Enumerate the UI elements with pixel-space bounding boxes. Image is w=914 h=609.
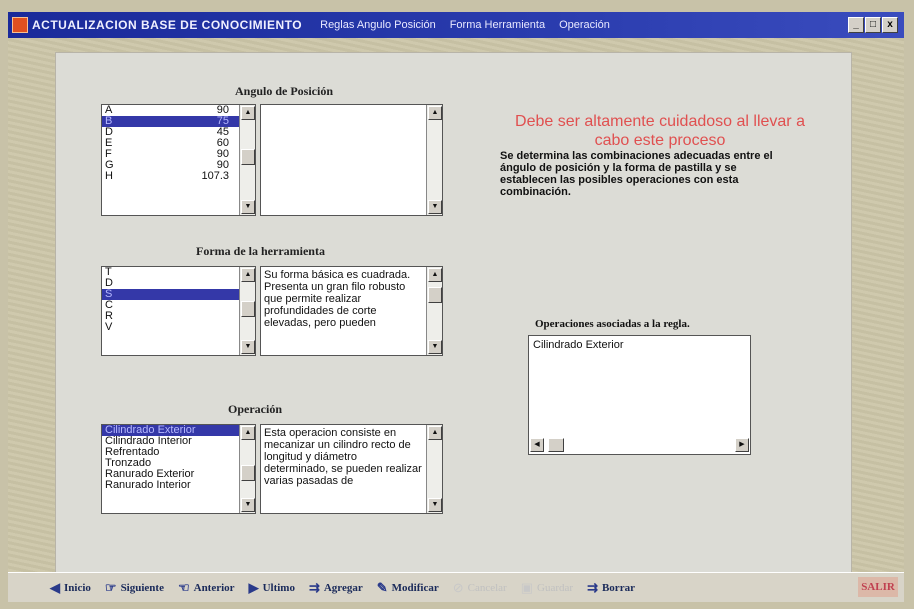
angulo-group-title: Angulo de Posición (235, 84, 334, 98)
delete-icon: ⇉ (587, 579, 598, 595)
forma-list-scrollbar[interactable]: ▲ ▼ (239, 267, 255, 355)
menu-reglas-angulo[interactable]: Reglas Angulo Posición (320, 19, 436, 31)
cancel-icon: ⊘ (452, 579, 464, 595)
operacion-description-scrollbar[interactable]: ▲ ▼ (426, 425, 442, 513)
pointing-hand-right-icon: ☞ (104, 579, 117, 595)
operacion-list[interactable]: Cilindrado Exterior Cilindrado Interior Re… (101, 424, 256, 514)
scroll-thumb[interactable] (241, 301, 255, 317)
forma-list[interactable]: TDSCRV ▲ ▼ (101, 266, 256, 356)
operacion-group-title: Operación (228, 402, 282, 416)
scroll-up-icon[interactable]: ▲ (428, 106, 442, 120)
ultimo-label: Ultimo (262, 581, 295, 594)
scroll-thumb[interactable] (548, 438, 564, 452)
agregar-button[interactable]: ⇉ Agregar (309, 580, 363, 596)
angulo-value: 107.3 (201, 170, 229, 182)
scroll-down-icon[interactable]: ▼ (241, 498, 255, 512)
scroll-left-icon[interactable]: ◀ (530, 438, 544, 452)
anterior-label: Anterior (193, 581, 235, 594)
window-controls: _ □ x (848, 17, 898, 33)
forma-description-text: Su forma básica es cuadrada. Presenta un… (264, 269, 411, 329)
cancelar-button[interactable]: ⊘ Cancelar (453, 580, 507, 596)
forma-group-title: Forma de la herramienta (196, 244, 325, 258)
save-icon: ▣ (520, 579, 534, 595)
info-text: Se determina las combinaciones adecuadas… (500, 150, 773, 198)
operaciones-asociadas-hscroll[interactable]: ◀ ▶ (530, 438, 749, 452)
angulo-code: H (105, 170, 113, 182)
scroll-down-icon[interactable]: ▼ (428, 498, 442, 512)
scroll-right-icon[interactable]: ▶ (735, 438, 749, 452)
operacion-description[interactable]: Esta operacion consiste en mecanizar un … (260, 424, 443, 514)
scroll-down-icon[interactable]: ▼ (241, 340, 255, 354)
window-title: ACTUALIZACION BASE DE CONOCIMIENTO (32, 18, 303, 32)
navigation-toolbar: ◀ Inicio ☞ Siguiente ☜ Anterior ▶ Ultimo ⇉ Agrega… (8, 572, 904, 602)
cancelar-label: Cancelar (467, 581, 507, 594)
scroll-up-icon[interactable]: ▲ (428, 268, 442, 282)
borrar-label: Borrar (601, 581, 635, 594)
forma-list-item[interactable]: R (102, 311, 255, 322)
menu-forma-herramienta[interactable]: Forma Herramienta (450, 19, 545, 31)
angulo-list-item[interactable]: A 90 (102, 105, 255, 116)
minimize-button[interactable]: _ (848, 17, 864, 33)
forma-list-item[interactable]: C (102, 300, 255, 311)
inicio-label: Inicio (64, 581, 91, 594)
siguiente-label: Siguiente (120, 581, 164, 594)
guardar-label: Guardar (537, 581, 574, 594)
forma-list-item[interactable]: V (102, 322, 255, 333)
forma-list-item[interactable]: T (102, 267, 255, 278)
scroll-up-icon[interactable]: ▲ (241, 268, 255, 282)
forma-description-scrollbar[interactable]: ▲ ▼ (426, 267, 442, 355)
arrow-right-icon: ▶ (248, 579, 259, 595)
scroll-down-icon[interactable]: ▼ (428, 200, 442, 214)
scroll-down-icon[interactable]: ▼ (241, 200, 255, 214)
warning-message: Debe ser altamente cuidadoso al llevar a… (515, 113, 805, 149)
scroll-up-icon[interactable]: ▲ (241, 426, 255, 440)
operacion-description-text: Esta operacion consiste en mecanizar un … (264, 427, 422, 487)
menu-operacion[interactable]: Operación (559, 19, 610, 31)
angulo-list-item[interactable]: G 90 (102, 160, 255, 171)
exit-button[interactable]: SALIR (858, 577, 898, 597)
forma-list-item[interactable]: S (102, 289, 255, 300)
angulo-detail-box[interactable]: ▲ ▼ (260, 104, 443, 216)
guardar-button[interactable]: ▣ Guardar (521, 580, 573, 596)
scroll-thumb[interactable] (428, 287, 442, 303)
operaciones-asociadas-title: Operaciones asociadas a la regla. (535, 318, 690, 330)
scroll-down-icon[interactable]: ▼ (428, 340, 442, 354)
close-button[interactable]: x (882, 17, 898, 33)
agregar-label: Agregar (323, 581, 363, 594)
scroll-thumb[interactable] (241, 465, 255, 481)
title-bar: ACTUALIZACION BASE DE CONOCIMIENTO Regla… (8, 12, 904, 38)
angulo-list[interactable]: A 90 B 75 D 45 E 60 F 90 G 90 H 107.3 ▲ ▼ (101, 104, 256, 216)
forma-description[interactable]: Su forma básica es cuadrada. Presenta un… (260, 266, 443, 356)
angulo-list-item[interactable]: B 75 (102, 116, 255, 127)
operacion-list-item[interactable]: Ranurado Interior (102, 480, 255, 491)
inicio-button[interactable]: ◀ Inicio (50, 580, 91, 596)
operaciones-asociadas-list[interactable]: Cilindrado Exterior ◀ ▶ (528, 335, 751, 455)
angulo-list-item[interactable]: H 107.3 (102, 171, 255, 182)
angulo-detail-scrollbar[interactable]: ▲ ▼ (426, 105, 442, 215)
borrar-button[interactable]: ⇉ Borrar (587, 580, 635, 596)
add-record-icon: ⇉ (308, 579, 320, 595)
arrow-left-icon: ◀ (50, 579, 60, 595)
anterior-button[interactable]: ☜ Anterior (178, 580, 235, 596)
operacion-asociada-item[interactable]: Cilindrado Exterior (533, 339, 746, 351)
modificar-label: Modificar (391, 581, 439, 594)
scroll-thumb[interactable] (241, 149, 255, 165)
ultimo-button[interactable]: ▶ Ultimo (249, 580, 295, 596)
pointing-hand-left-icon: ☜ (177, 579, 190, 595)
maximize-button[interactable]: □ (865, 17, 881, 33)
modify-icon: ✎ (376, 579, 388, 595)
scroll-up-icon[interactable]: ▲ (428, 426, 442, 440)
angulo-list-item[interactable]: D 45 (102, 127, 255, 138)
operacion-list-scrollbar[interactable]: ▲ ▼ (239, 425, 255, 513)
angulo-list-item[interactable]: F 90 (102, 149, 255, 160)
forma-list-item[interactable]: D (102, 278, 255, 289)
scroll-up-icon[interactable]: ▲ (241, 106, 255, 120)
modificar-button[interactable]: ✎ Modificar (377, 580, 439, 596)
angulo-list-item[interactable]: E 60 (102, 138, 255, 149)
angulo-list-scrollbar[interactable]: ▲ ▼ (239, 105, 255, 215)
app-icon (12, 17, 28, 33)
siguiente-button[interactable]: ☞ Siguiente (105, 580, 164, 596)
